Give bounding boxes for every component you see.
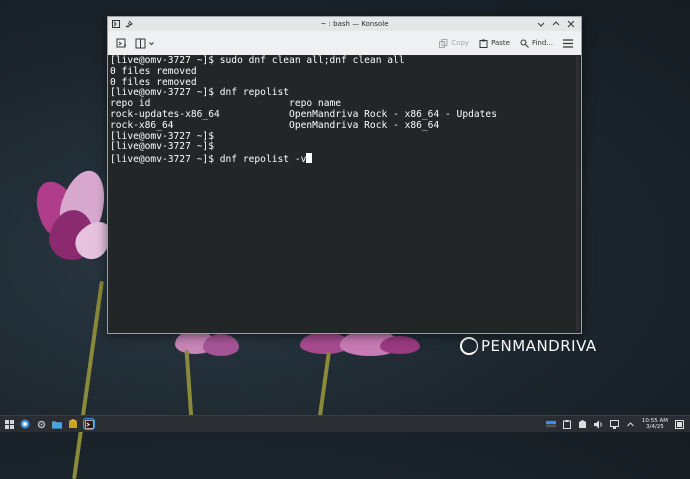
show-desktop-icon[interactable] xyxy=(674,419,684,429)
konsole-app-icon[interactable] xyxy=(112,20,120,28)
terminal-scrollbar[interactable] xyxy=(576,57,579,331)
window-title: ~ : bash — Konsole xyxy=(320,20,389,28)
updates-icon[interactable] xyxy=(578,419,588,429)
terminal-line: 0 files removed xyxy=(110,65,197,77)
logo-text: PENMANDRIVA xyxy=(481,337,597,355)
find-label: Find... xyxy=(531,39,553,47)
clipboard-icon[interactable] xyxy=(562,419,572,429)
split-view-button[interactable] xyxy=(135,38,154,49)
network-icon[interactable] xyxy=(610,419,620,429)
konsole-taskbar-icon[interactable] xyxy=(83,418,95,430)
app-launcher-icon[interactable] xyxy=(20,419,30,429)
volume-icon[interactable] xyxy=(594,419,604,429)
text-cursor xyxy=(306,153,313,164)
new-tab-button[interactable] xyxy=(116,38,127,49)
copy-label: Copy xyxy=(451,39,470,47)
konsole-window[interactable]: ~ : bash — Konsole Copy Paste Find... [l… xyxy=(107,16,582,334)
close-icon[interactable] xyxy=(567,20,575,28)
taskbar: 10:55 AM 3/4/25 xyxy=(0,415,690,432)
file-manager-icon[interactable] xyxy=(52,419,62,429)
grid-icon[interactable] xyxy=(4,419,14,429)
logo-o-mark xyxy=(460,337,478,355)
flower-decoration xyxy=(175,330,245,421)
clock[interactable]: 10:55 AM 3/4/25 xyxy=(642,418,668,430)
flower-decoration xyxy=(27,165,120,479)
terminal-line: [live@omv-3727 ~]$ xyxy=(110,141,214,153)
flower-decoration xyxy=(300,330,420,422)
terminal-prompt-line[interactable]: [live@omv-3727 ~]$ dnf repolist -v xyxy=(110,153,581,166)
hamburger-menu-icon[interactable] xyxy=(563,38,573,48)
find-button[interactable]: Find... xyxy=(520,39,553,48)
terminal-line: rock-x86_64 OpenMandriva Rock - x86_64 xyxy=(110,119,440,131)
settings-icon[interactable] xyxy=(36,419,46,429)
openmandriva-logo: PENMANDRIVA xyxy=(460,337,597,355)
expand-tray-icon[interactable] xyxy=(626,419,636,429)
minimize-icon[interactable] xyxy=(537,20,545,28)
virtual-desktop-pager-icon[interactable] xyxy=(545,419,556,429)
copy-button[interactable]: Copy xyxy=(439,38,470,48)
maximize-icon[interactable] xyxy=(552,20,560,28)
konsole-toolbar: Copy Paste Find... xyxy=(108,31,581,56)
package-manager-icon[interactable] xyxy=(68,419,78,429)
terminal-output[interactable]: [live@omv-3727 ~]$ sudo dnf clean all;dn… xyxy=(108,55,581,333)
paste-label: Paste xyxy=(491,39,510,47)
pin-icon[interactable] xyxy=(125,20,133,28)
current-command: [live@omv-3727 ~]$ dnf repolist -v xyxy=(110,154,307,166)
window-titlebar[interactable]: ~ : bash — Konsole xyxy=(108,17,581,31)
paste-button[interactable]: Paste xyxy=(479,39,510,48)
clock-date: 3/4/25 xyxy=(646,424,664,430)
